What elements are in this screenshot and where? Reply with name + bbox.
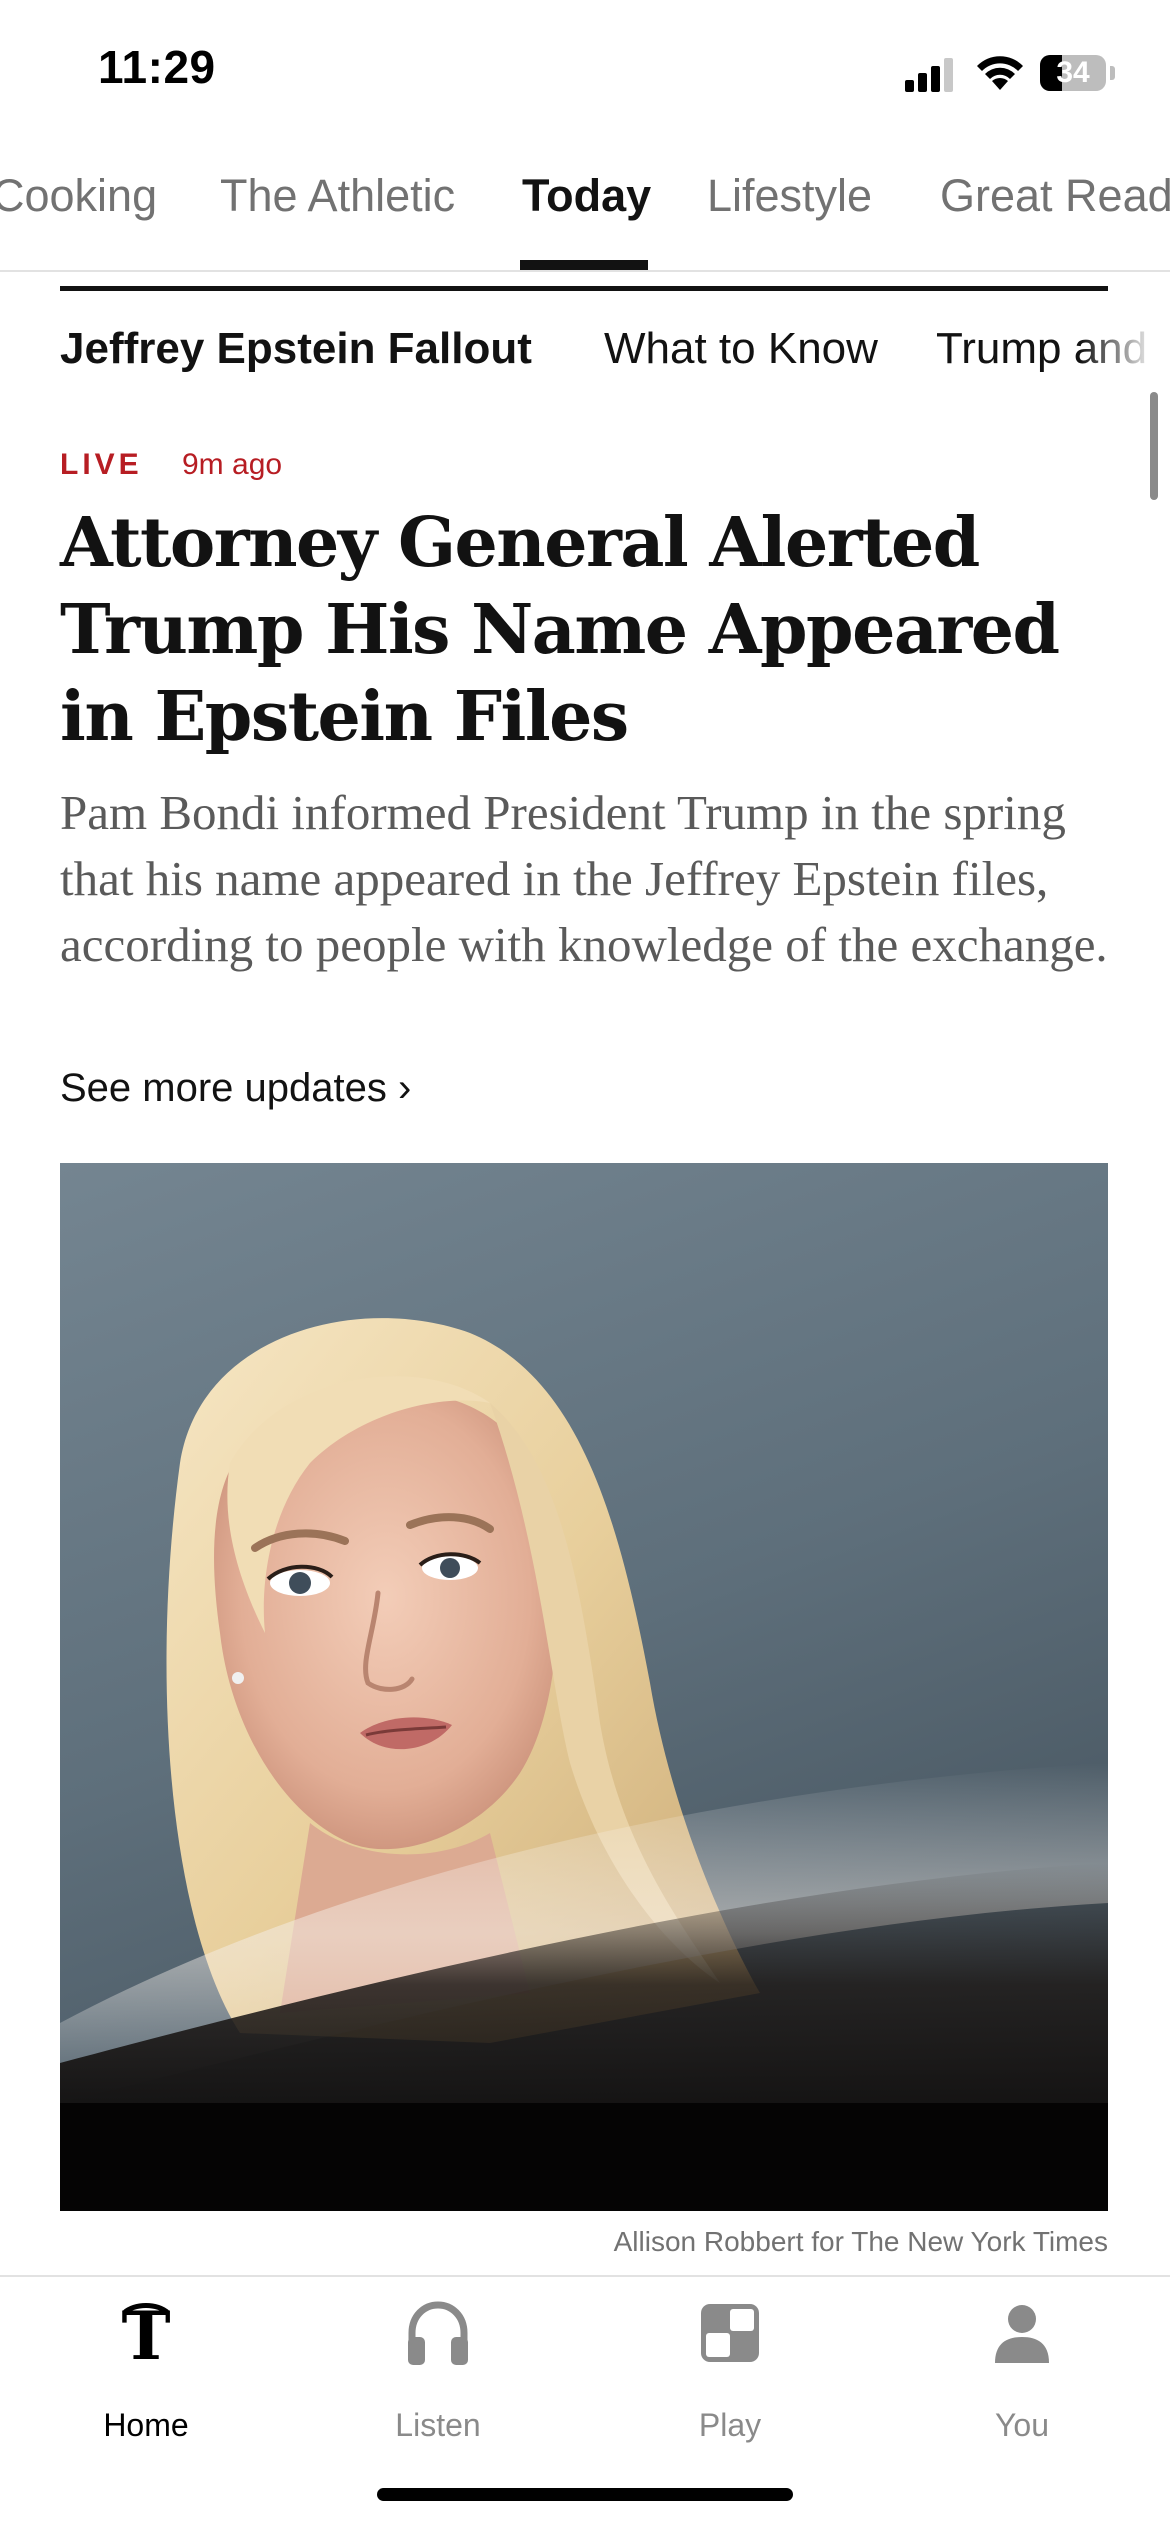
article-summary[interactable]: Pam Bondi informed President Trump in th… [60, 780, 1110, 978]
status-bar: 11:29 34 [0, 0, 1170, 130]
tab-bar-home[interactable]: T Home [46, 2299, 246, 2443]
cellular-signal-icon [905, 58, 957, 92]
status-time: 11:29 [98, 41, 216, 93]
tab-cooking[interactable]: Cooking [0, 170, 157, 222]
see-more-updates-link[interactable]: See more updates › [60, 1066, 411, 1111]
tab-bar-play[interactable]: Play [630, 2299, 830, 2443]
tab-the-athletic[interactable]: The Athletic [220, 170, 455, 222]
tab-lifestyle[interactable]: Lifestyle [707, 170, 872, 222]
tab-bar-listen[interactable]: Listen [338, 2299, 538, 2443]
battery-percent: 34 [1056, 56, 1090, 89]
tab-bar-label: Play [698, 2407, 762, 2443]
photo-credit: Allison Robbert for The New York Times [613, 2226, 1108, 2257]
tab-bar-you[interactable]: You [922, 2299, 1122, 2443]
topic-divider [60, 286, 1108, 291]
nyt-t-logo-icon: T [121, 2299, 170, 2369]
person-icon [995, 2305, 1049, 2363]
tab-bar-label: You [995, 2407, 1049, 2443]
live-label: LIVE [60, 448, 143, 481]
topic-subtabs: Jeffrey Epstein Fallout What to Know Tru… [0, 310, 1170, 390]
battery-icon: 34 [1040, 55, 1106, 91]
article-photo[interactable] [60, 1163, 1108, 2211]
home-indicator [377, 2488, 793, 2501]
article-timestamp: 9m ago [182, 448, 283, 481]
active-tab-indicator [520, 260, 648, 270]
subtab-what-to-know[interactable]: What to Know [604, 324, 878, 374]
tab-today[interactable]: Today [522, 170, 651, 222]
article-photo-illustration [60, 1318, 1108, 2211]
section-tabs: Cooking The Athletic Today Lifestyle Gre… [0, 150, 1170, 272]
article-headline[interactable]: Attorney General Alerted Trump His Name … [60, 500, 1120, 761]
subtab-fade [1080, 310, 1170, 390]
tab-bar-label: Home [103, 2407, 189, 2443]
wifi-icon [977, 56, 1023, 90]
games-grid-icon [701, 2304, 759, 2362]
tab-bar-label: Listen [395, 2407, 481, 2443]
scrollbar[interactable] [1150, 392, 1158, 500]
subtab-jeffrey-epstein-fallout[interactable]: Jeffrey Epstein Fallout [60, 324, 532, 374]
headphones-icon [408, 2301, 468, 2365]
tab-great-read[interactable]: Great Read [940, 170, 1170, 222]
battery-cap [1110, 66, 1115, 80]
